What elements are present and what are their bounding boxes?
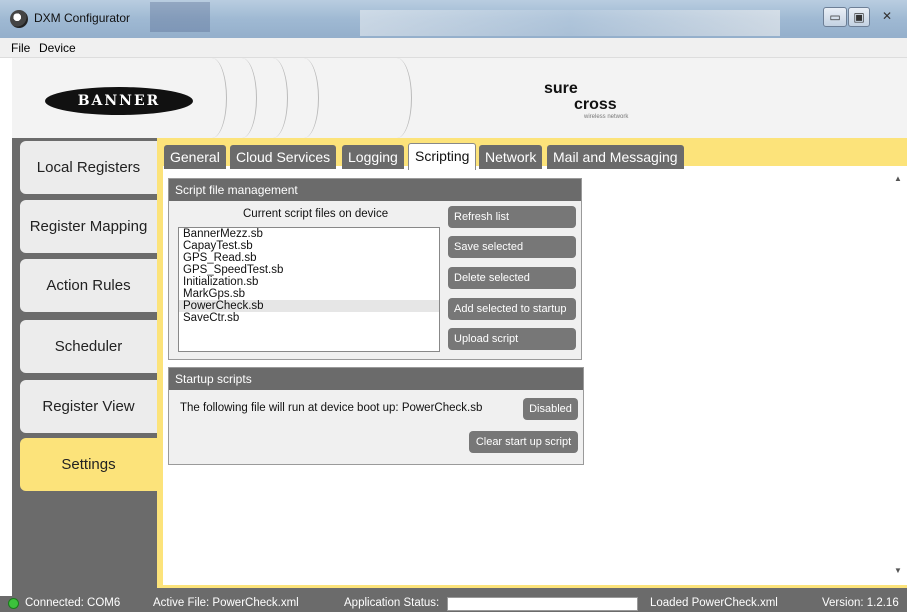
disabled-button[interactable]: Disabled (523, 398, 578, 420)
decor-arc (258, 58, 288, 138)
vertical-scrollbar[interactable]: ▲ ▼ (892, 170, 905, 582)
nav-register-view[interactable]: Register View (20, 380, 157, 433)
maximize-button[interactable]: ▣ (848, 7, 870, 27)
tab-logging[interactable]: Logging (342, 145, 404, 169)
list-item[interactable]: SaveCtr.sb (179, 312, 439, 324)
nav-local-registers[interactable]: Local Registers (20, 141, 157, 194)
active-file: Active File: PowerCheck.xml (153, 597, 299, 609)
banner-logo: BANNER (45, 87, 193, 115)
background-blur (150, 2, 210, 32)
upload-script-button[interactable]: Upload script (448, 328, 576, 350)
list-item[interactable]: MarkGps.sb (179, 288, 439, 300)
nav-settings[interactable]: Settings (20, 438, 157, 491)
tab-network[interactable]: Network (479, 145, 543, 169)
nav-scheduler[interactable]: Scheduler (20, 320, 157, 373)
decor-arc (227, 58, 257, 138)
app-icon (10, 10, 28, 28)
window-title: DXM Configurator (34, 11, 131, 25)
list-item[interactable]: BannerMezz.sb (179, 228, 439, 240)
add-to-startup-button[interactable]: Add selected to startup (448, 298, 576, 320)
connection-status: Connected: COM6 (25, 597, 121, 609)
list-heading: Current script files on device (243, 208, 389, 220)
refresh-list-button[interactable]: Refresh list (448, 206, 576, 228)
tab-mail-messaging[interactable]: Mail and Messaging (547, 145, 684, 169)
list-item[interactable]: Initialization.sb (179, 276, 439, 288)
tab-scripting[interactable]: Scripting (408, 143, 477, 170)
nav-action-rules[interactable]: Action Rules (20, 259, 157, 312)
menu-file[interactable]: File (11, 41, 30, 55)
loaded-file: Loaded PowerCheck.xml (650, 597, 778, 609)
version: Version: 1.2.16 (822, 597, 899, 609)
menu-device[interactable]: Device (39, 41, 76, 55)
scroll-down-icon[interactable]: ▼ (894, 566, 902, 575)
logo-tagline: wireless network (584, 114, 629, 120)
scroll-up-icon[interactable]: ▲ (894, 174, 902, 183)
save-selected-button[interactable]: Save selected (448, 236, 576, 258)
nav-register-mapping[interactable]: Register Mapping (20, 200, 157, 253)
group-title: Startup scripts (169, 368, 583, 390)
close-button[interactable]: ✕ (872, 7, 902, 27)
minimize-button[interactable]: ▭ (823, 7, 847, 27)
application-status-field (447, 597, 638, 611)
menu-bar: File Device (0, 38, 907, 58)
script-file-list[interactable]: BannerMezz.sb CapayTest.sb GPS_Read.sb G… (178, 227, 440, 352)
list-item[interactable]: GPS_SpeedTest.sb (179, 264, 439, 276)
connection-status-icon (8, 598, 19, 609)
delete-selected-button[interactable]: Delete selected (448, 267, 576, 289)
decor-arc (197, 58, 227, 138)
header-banner: BANNER sure cross wireless network (12, 58, 907, 138)
status-bar: Connected: COM6 Active File: PowerCheck.… (0, 596, 907, 612)
list-item[interactable]: CapayTest.sb (179, 240, 439, 252)
decor-arc (382, 58, 412, 138)
title-bar: DXM Configurator ▭ ▣ ✕ (0, 0, 907, 38)
background-blur (360, 10, 780, 36)
group-title: Script file management (169, 179, 581, 201)
application-status-label: Application Status: (344, 597, 440, 609)
tab-cloud-services[interactable]: Cloud Services (230, 145, 337, 169)
clear-startup-button[interactable]: Clear start up script (469, 431, 578, 453)
list-item-selected[interactable]: PowerCheck.sb (179, 300, 439, 312)
surecross-logo: sure cross wireless network (544, 80, 628, 120)
decor-arc (289, 58, 319, 138)
logo-sure: sure (544, 80, 578, 97)
startup-file-text: The following file will run at device bo… (180, 402, 483, 414)
tab-general[interactable]: General (164, 145, 226, 169)
list-item[interactable]: GPS_Read.sb (179, 252, 439, 264)
logo-cross: cross (574, 96, 617, 113)
